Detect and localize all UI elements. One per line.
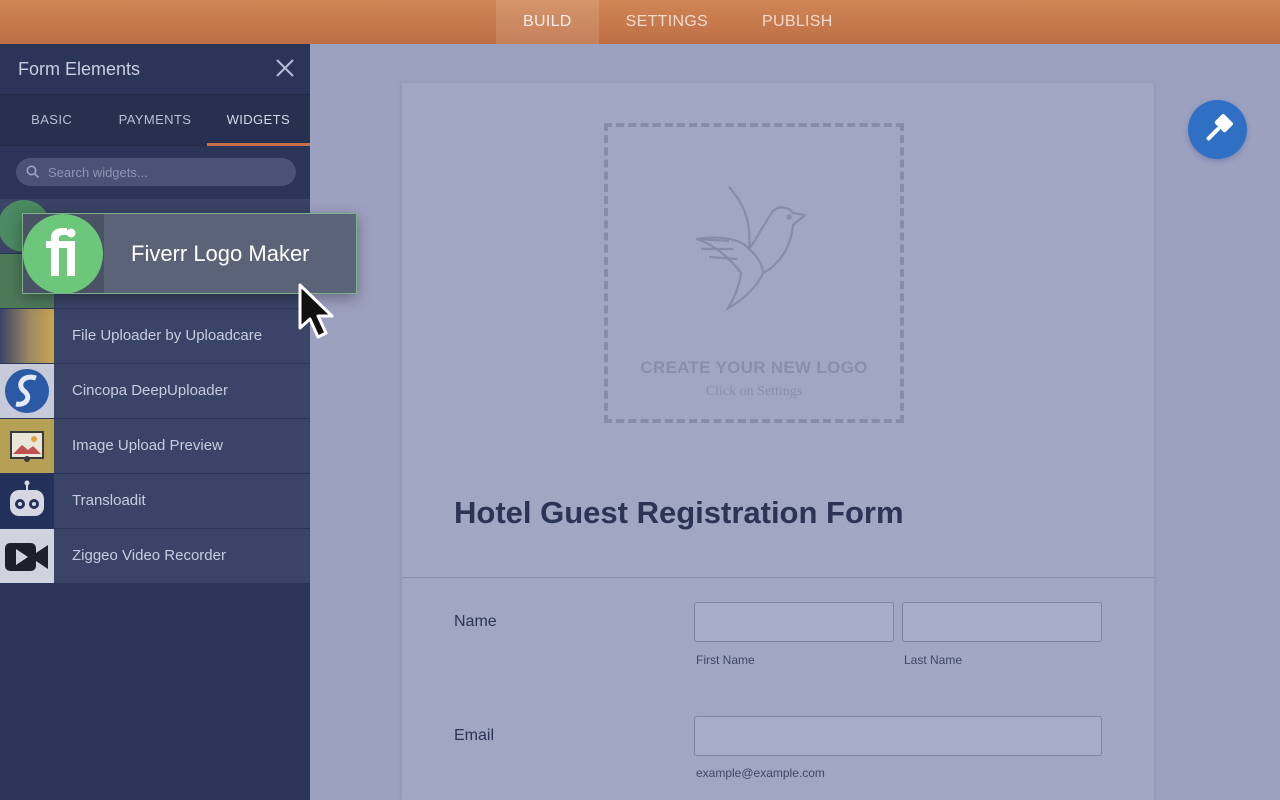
- tab-publish[interactable]: PUBLISH: [735, 0, 860, 44]
- robot-icon: [0, 474, 54, 528]
- form-designer-button[interactable]: [1188, 100, 1247, 159]
- form-title[interactable]: Hotel Guest Registration Form: [454, 495, 904, 531]
- email-label: Email: [454, 727, 495, 744]
- logo-subtitle: Click on Settings: [705, 384, 803, 399]
- name-label: Name: [454, 613, 497, 630]
- tab-build[interactable]: BUILD: [496, 0, 599, 44]
- top-nav: BUILD SETTINGS PUBLISH: [496, 0, 860, 44]
- cincopa-icon: [0, 364, 54, 418]
- top-bar: BUILD SETTINGS PUBLISH: [0, 0, 1280, 44]
- close-icon[interactable]: [274, 57, 296, 79]
- form-canvas: CREATE YOUR NEW LOGO Click on Settings H…: [402, 83, 1154, 800]
- email-input[interactable]: [694, 716, 1102, 756]
- tab-payments[interactable]: PAYMENTS: [103, 95, 206, 145]
- list-item-transloadit[interactable]: Transloadit: [0, 474, 310, 529]
- tab-widgets[interactable]: WIDGETS: [206, 95, 311, 146]
- list-item-image-upload[interactable]: Image Upload Preview: [0, 419, 310, 474]
- first-name-input[interactable]: [694, 602, 894, 642]
- list-item-cincopa[interactable]: Cincopa DeepUploader: [0, 364, 310, 419]
- bird-logo-icon: [695, 186, 807, 311]
- panel-tabs: BASIC PAYMENTS WIDGETS: [0, 94, 311, 146]
- first-name-sublabel: First Name: [696, 653, 755, 667]
- list-item-label: Cincopa DeepUploader: [72, 382, 228, 399]
- email-sublabel: example@example.com: [696, 766, 825, 780]
- tab-settings[interactable]: SETTINGS: [599, 0, 735, 44]
- image-upload-icon: [0, 419, 54, 473]
- uploadcare-icon: [0, 309, 54, 363]
- list-item-uploadcare[interactable]: File Uploader by Uploadcare: [0, 309, 310, 364]
- list-item-label: Image Upload Preview: [72, 437, 223, 454]
- paint-roller-icon: [1206, 114, 1233, 141]
- video-camera-icon: [0, 529, 54, 583]
- logo-placeholder[interactable]: CREATE YOUR NEW LOGO Click on Settings: [604, 123, 904, 423]
- logo-title: CREATE YOUR NEW LOGO: [640, 358, 868, 377]
- panel-header: Form Elements: [0, 44, 310, 94]
- tab-basic[interactable]: BASIC: [0, 95, 103, 145]
- list-item-label: File Uploader by Uploadcare: [72, 327, 263, 344]
- list-item-label: Transloadit: [72, 492, 146, 509]
- list-item-ziggeo[interactable]: Ziggeo Video Recorder: [0, 529, 310, 584]
- fiverr-icon: [23, 214, 104, 294]
- dragged-widget-label: Fiverr Logo Maker: [131, 240, 310, 266]
- list-item-label: Ziggeo Video Recorder: [72, 547, 226, 564]
- last-name-sublabel: Last Name: [904, 653, 963, 667]
- mouse-cursor-icon: [298, 283, 334, 339]
- divider: [402, 577, 1154, 578]
- panel-title: Form Elements: [18, 59, 141, 79]
- last-name-input[interactable]: [902, 602, 1102, 642]
